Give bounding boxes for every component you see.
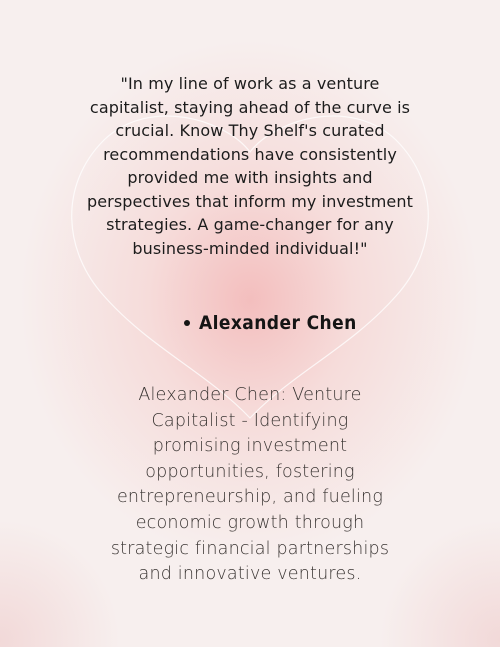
author-line: Alexander Chen xyxy=(184,312,357,334)
testimonial-quote: "In my line of work as a venture capital… xyxy=(86,74,413,258)
author-bio: Alexander Chen: Venture Capitalist - Ide… xyxy=(110,385,390,585)
bullet-icon xyxy=(184,320,190,326)
testimonial-page: "In my line of work as a venture capital… xyxy=(0,0,500,647)
author-name: Alexander Chen xyxy=(199,312,357,334)
